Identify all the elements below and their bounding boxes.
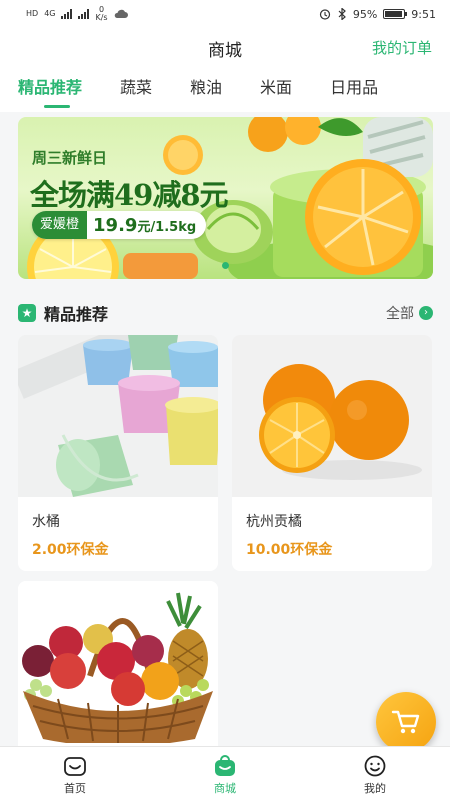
nav-shop-label: 商城: [214, 782, 236, 795]
banner-pagination: [18, 254, 433, 273]
chevron-right-icon: ›: [419, 306, 433, 320]
product-price: 10.00环保金: [246, 542, 333, 558]
product-image: [18, 335, 218, 497]
home-icon: [64, 757, 86, 776]
status-bar: HD 4G 0 K/s 95% 9:51: [0, 0, 450, 28]
section-title: 精品推荐: [44, 305, 109, 324]
banner-date-text: 周三新鲜日: [32, 149, 108, 167]
category-tabs: 精品推荐 蔬菜 粮油 米面 日用品: [0, 68, 450, 112]
banner-tag-price: 19.9元/1.5kg: [93, 214, 197, 236]
alarm-icon: [319, 9, 330, 20]
nav-profile-label: 我的: [364, 782, 386, 795]
promo-banner[interactable]: 周三新鲜日 全场满49减8元 爱媛橙 19.9元/1.5kg: [18, 117, 433, 279]
product-name: 水桶: [32, 514, 60, 530]
my-orders-link[interactable]: 我的订单: [372, 37, 432, 58]
banner-price-tag: 爱媛橙 19.9元/1.5kg: [32, 211, 207, 239]
signal-icon: [61, 9, 73, 19]
profile-icon: [364, 755, 386, 777]
product-card[interactable]: [18, 581, 218, 761]
product-card[interactable]: 杭州贡橘 10.00环保金: [232, 335, 432, 571]
section-header: ★ 精品推荐 全部 ›: [18, 300, 433, 326]
status-left: HD 4G 0 K/s: [26, 6, 128, 22]
fruit-basket-image: [18, 581, 218, 743]
cloud-icon: [114, 9, 128, 18]
tab-rice-noodles[interactable]: 米面: [260, 68, 292, 112]
orange-image: [232, 335, 432, 497]
view-all-button[interactable]: 全部 ›: [386, 303, 433, 323]
status-right: 95% 9:51: [319, 8, 436, 21]
shop-bag-icon: [215, 755, 235, 776]
tab-daily-goods[interactable]: 日用品: [330, 68, 378, 112]
nav-shop[interactable]: 商城: [150, 747, 300, 800]
tab-grain-oil[interactable]: 粮油: [190, 68, 222, 112]
battery-icon: [383, 9, 408, 19]
signal-label: 4G: [44, 9, 56, 18]
pagination-dot: [222, 262, 229, 269]
tab-vegetables[interactable]: 蔬菜: [120, 68, 152, 112]
bucket-image: [18, 335, 218, 497]
signal-icon-2: [78, 9, 90, 19]
star-icon: ★: [18, 304, 36, 322]
nav-home[interactable]: 首页: [0, 747, 150, 800]
battery-percent: 95%: [352, 7, 378, 21]
app-header: 商城 我的订单: [0, 28, 450, 68]
tab-featured[interactable]: 精品推荐: [18, 68, 82, 112]
product-image: [18, 581, 218, 743]
cart-button[interactable]: [376, 692, 436, 752]
product-card[interactable]: 水桶 2.00环保金: [18, 335, 218, 571]
banner-headline: 全场满49减8元: [30, 178, 229, 212]
product-price: 2.00环保金: [32, 542, 109, 558]
product-name: 杭州贡橘: [246, 514, 302, 530]
nav-profile[interactable]: 我的: [300, 747, 450, 800]
banner-tag-product: 爱媛橙: [32, 211, 88, 239]
view-all-label: 全部: [386, 306, 414, 322]
clock: 9:51: [411, 7, 436, 21]
bottom-nav: 首页 商城 我的: [0, 746, 450, 800]
network-speed: 0 K/s: [95, 5, 108, 22]
cart-icon: [391, 710, 420, 734]
nav-home-label: 首页: [64, 782, 86, 795]
product-image: [232, 335, 432, 497]
network-badge: HD: [26, 9, 39, 18]
bluetooth-icon: [338, 8, 346, 20]
